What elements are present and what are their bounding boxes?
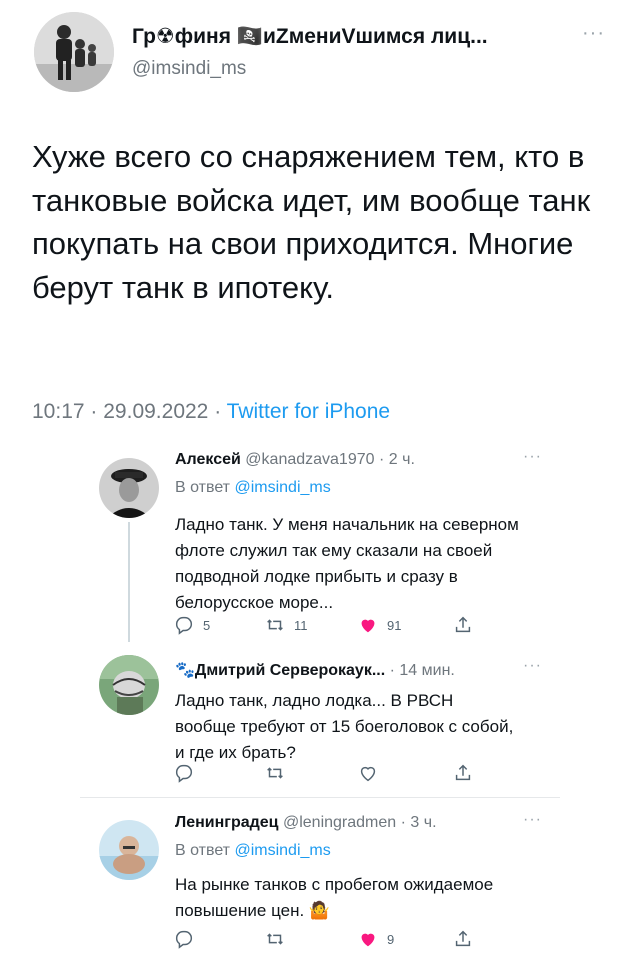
shrug-emoji-icon: 🤷 (308, 901, 331, 920)
tweet-time[interactable]: 10:17 (32, 400, 85, 423)
reply-author-handle[interactable]: @kanadzava1970 (245, 451, 374, 468)
comment-icon (175, 616, 193, 635)
reply-to-label: В ответ (175, 842, 231, 859)
reply-action[interactable]: 5 (173, 614, 210, 636)
reply-author-handle[interactable]: @leningradmen (283, 814, 396, 831)
reply-time[interactable]: · 3 ч. (401, 814, 437, 831)
meta-separator: · (214, 400, 222, 423)
author-handle[interactable]: @imsindi_ms (132, 58, 246, 80)
author-avatar[interactable] (34, 12, 114, 92)
reply-text: Ладно танк. У меня начальник на северном… (175, 515, 519, 612)
paw-prints-icon: 🐾 (175, 662, 195, 679)
heart-filled-icon (361, 619, 375, 633)
reply-author-name[interactable]: Алексей (175, 451, 241, 468)
like-action[interactable]: 91 (357, 614, 401, 636)
reply-author-name[interactable]: Ленинградец (175, 814, 279, 831)
more-options-icon[interactable]: ··· (523, 448, 542, 466)
reply-text: На рынке танков с пробегом ожидаемое пов… (175, 872, 520, 924)
reply-to-handle[interactable]: @imsindi_ms (234, 842, 330, 859)
avatar-photo (99, 655, 159, 715)
share-icon (455, 764, 471, 781)
reply-text-content: На рынке танков с пробегом ожидаемое пов… (175, 875, 494, 920)
more-options-icon[interactable]: ··· (523, 657, 542, 675)
retweet-icon (267, 933, 283, 945)
reply-count: 5 (203, 617, 211, 633)
retweet-action[interactable]: 11 (264, 614, 308, 636)
tweet-meta: 10:17 · 29.09.2022 · Twitter for iPhone (32, 400, 390, 424)
reply-time[interactable]: · 2 ч. (379, 451, 415, 468)
share-icon (455, 930, 471, 947)
reply-avatar[interactable] (99, 458, 159, 518)
share-icon (455, 616, 471, 633)
like-count: 91 (387, 617, 402, 633)
divider (80, 797, 560, 798)
heart-filled-icon (361, 933, 375, 947)
reply-author-name[interactable]: Дмитрий Серверокаук... (195, 662, 385, 679)
retweet-action[interactable] (264, 928, 286, 950)
comment-icon (175, 930, 193, 949)
reply-header: Ленинградец @leningradmen · 3 ч. (175, 814, 437, 832)
retweet-action[interactable] (264, 762, 286, 784)
meta-separator: · (90, 400, 98, 423)
reply-action[interactable] (173, 762, 195, 784)
reply-time[interactable]: · 14 мин. (390, 662, 455, 679)
retweet-icon (267, 619, 283, 631)
reply-to-label: В ответ (175, 479, 231, 496)
avatar-photo (34, 12, 114, 92)
like-action[interactable]: 9 (357, 928, 394, 950)
tweet-source[interactable]: Twitter for iPhone (227, 400, 390, 423)
more-options-icon[interactable]: ··· (523, 811, 542, 829)
reply-header: Алексей @kanadzava1970 · 2 ч. (175, 451, 415, 469)
share-action[interactable] (452, 928, 474, 950)
reply-to-line: В ответ @imsindi_ms (175, 479, 331, 497)
reply-avatar[interactable] (99, 655, 159, 715)
more-options-icon[interactable]: ··· (582, 22, 605, 45)
tweet-date[interactable]: 29.09.2022 (103, 400, 208, 423)
thread-line (128, 522, 130, 642)
reply-avatar[interactable] (99, 820, 159, 880)
heart-outline-icon (360, 766, 376, 782)
like-count: 9 (387, 931, 395, 947)
reply-header: 🐾Дмитрий Серверокаук... · 14 мин. (175, 660, 455, 680)
reply-text: Ладно танк, ладно лодка... В РВСН вообще… (175, 691, 514, 762)
reply-to-handle[interactable]: @imsindi_ms (234, 479, 330, 496)
avatar-photo (99, 458, 159, 518)
like-action[interactable] (357, 762, 379, 784)
share-action[interactable] (452, 614, 474, 636)
retweet-count: 11 (294, 617, 308, 633)
retweet-icon (267, 767, 283, 779)
reply-action[interactable] (173, 928, 195, 950)
tweet-text: Хуже всего со снаряжением тем, кто в тан… (32, 139, 591, 305)
reply-to-line: В ответ @imsindi_ms (175, 842, 331, 860)
comment-icon (175, 764, 193, 783)
author-name[interactable]: Гр☢финя 🏴‍☠️иZмениVшимся лиц... (132, 24, 488, 49)
avatar-photo (99, 820, 159, 880)
share-action[interactable] (452, 762, 474, 784)
